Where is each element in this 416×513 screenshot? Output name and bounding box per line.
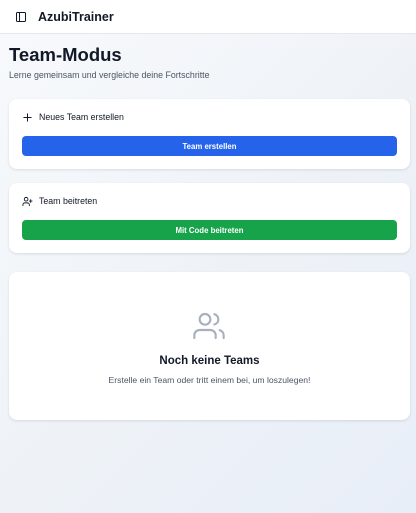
empty-state-text: Erstelle ein Team oder tritt einem bei, … xyxy=(108,375,311,385)
create-team-header: Neues Team erstellen xyxy=(22,112,124,123)
join-team-card: Team beitreten Mit Code beitreten xyxy=(9,183,410,253)
create-team-heading: Neues Team erstellen xyxy=(39,112,124,122)
plus-icon xyxy=(22,112,33,123)
page-title: Team-Modus xyxy=(9,44,122,65)
join-with-code-button[interactable]: Mit Code beitreten xyxy=(22,220,397,240)
app-title: AzubiTrainer xyxy=(38,10,114,24)
sidebar-toggle-button[interactable] xyxy=(14,10,28,24)
user-plus-icon xyxy=(22,196,33,207)
users-icon xyxy=(193,312,225,340)
join-team-heading: Team beitreten xyxy=(39,196,98,206)
page-subtitle: Lerne gemeinsam und vergleiche deine For… xyxy=(9,70,210,80)
empty-state-card: Noch keine Teams Erstelle ein Team oder … xyxy=(9,272,410,420)
top-bar: AzubiTrainer xyxy=(0,0,416,34)
create-team-card: Neues Team erstellen Team erstellen xyxy=(9,99,410,169)
create-team-button[interactable]: Team erstellen xyxy=(22,136,397,156)
sidebar-panel-icon xyxy=(16,12,26,22)
empty-state-title: Noch keine Teams xyxy=(159,355,260,367)
join-team-header: Team beitreten xyxy=(22,196,97,207)
